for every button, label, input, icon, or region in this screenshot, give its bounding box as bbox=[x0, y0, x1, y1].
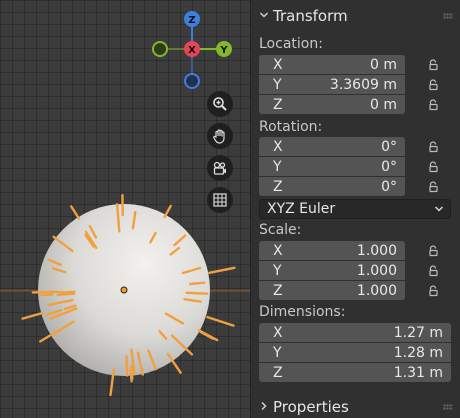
axis-label: X bbox=[273, 242, 283, 259]
location-x-field[interactable]: X 0 m bbox=[259, 55, 405, 74]
axis-label: Z bbox=[273, 96, 283, 113]
normal-line bbox=[58, 290, 76, 294]
lock-icon[interactable] bbox=[426, 160, 440, 174]
lock-icon[interactable] bbox=[426, 140, 440, 154]
camera-icon bbox=[213, 161, 226, 175]
field-value: 0 m bbox=[370, 56, 397, 73]
pan-button[interactable] bbox=[207, 123, 233, 149]
z-axis-label: Z bbox=[188, 15, 195, 26]
properties-panel-header[interactable]: Properties bbox=[251, 392, 460, 418]
scale-y-field[interactable]: Y 1.000 bbox=[259, 261, 405, 280]
x-axis-label: X bbox=[188, 45, 196, 56]
rotation-z-field[interactable]: Z 0° bbox=[259, 177, 405, 196]
axis-label: Y bbox=[273, 344, 282, 361]
lock-icon[interactable] bbox=[426, 98, 440, 112]
normal-line bbox=[185, 291, 209, 295]
normal-line bbox=[163, 204, 172, 219]
normal-line bbox=[39, 293, 54, 297]
axis-label: Y bbox=[273, 262, 282, 279]
hand-pan-icon bbox=[213, 129, 225, 144]
field-value: 0 m bbox=[370, 96, 397, 113]
normal-line bbox=[69, 205, 81, 220]
axis-label: Z bbox=[273, 364, 283, 381]
normal-line bbox=[188, 281, 206, 286]
navigation-gizmo[interactable]: Z Y X bbox=[150, 8, 236, 94]
axis-label: X bbox=[273, 56, 283, 73]
normal-line bbox=[206, 315, 235, 327]
axis-label: Z bbox=[273, 282, 283, 299]
rotation-mode-dropdown[interactable]: XYZ Euler bbox=[259, 199, 451, 219]
field-value: 0° bbox=[381, 178, 397, 195]
normal-line bbox=[21, 311, 44, 320]
rotation-x-field[interactable]: X 0° bbox=[259, 137, 405, 156]
normal-line bbox=[125, 355, 129, 377]
field-value: 0° bbox=[381, 158, 397, 175]
axis-label: X bbox=[273, 324, 283, 341]
dimensions-z-field[interactable]: Z 1.31 m bbox=[259, 363, 451, 382]
field-value: 1.000 bbox=[356, 242, 397, 259]
scale-x-field[interactable]: X 1.000 bbox=[259, 241, 405, 260]
dimensions-x-field[interactable]: X 1.27 m bbox=[259, 323, 451, 342]
axis-label: Z bbox=[273, 178, 283, 195]
field-value: 1.000 bbox=[356, 262, 397, 279]
axis-label: Y bbox=[273, 76, 282, 93]
rotation-mode-value: XYZ Euler bbox=[267, 201, 336, 217]
field-value: 0° bbox=[381, 138, 397, 155]
lock-icon[interactable] bbox=[426, 284, 440, 298]
transform-panel-header[interactable]: Transform bbox=[251, 1, 460, 31]
location-z-field[interactable]: Z 0 m bbox=[259, 95, 405, 114]
drag-grip-icon[interactable] bbox=[443, 13, 453, 19]
lock-icon[interactable] bbox=[426, 264, 440, 278]
lock-icon[interactable] bbox=[426, 78, 440, 92]
location-label: Location: bbox=[259, 36, 323, 52]
y-axis-label: Y bbox=[219, 45, 228, 56]
dimensions-y-field[interactable]: Y 1.28 m bbox=[259, 343, 451, 362]
transform-header-label: Transform bbox=[273, 7, 348, 25]
lock-icon[interactable] bbox=[426, 244, 440, 258]
axis-label: Y bbox=[273, 158, 282, 175]
chevron-right-icon bbox=[259, 400, 273, 414]
rotation-y-field[interactable]: Y 0° bbox=[259, 157, 405, 176]
location-y-field[interactable]: Y 3.3609 m bbox=[259, 75, 405, 94]
chevron-down-icon bbox=[259, 9, 273, 23]
zoom-button[interactable] bbox=[207, 91, 233, 117]
axis-label: X bbox=[273, 138, 283, 155]
rotation-label: Rotation: bbox=[259, 119, 323, 135]
neg-y-axis-handle bbox=[152, 41, 168, 57]
field-value: 1.31 m bbox=[393, 364, 443, 381]
drag-grip-icon[interactable] bbox=[443, 404, 453, 410]
3d-viewport[interactable]: Z Y X bbox=[0, 0, 250, 418]
scale-label: Scale: bbox=[259, 222, 302, 238]
normal-line bbox=[31, 290, 60, 294]
lock-icon[interactable] bbox=[426, 180, 440, 194]
camera-view-button[interactable] bbox=[207, 155, 233, 181]
grid-icon bbox=[213, 193, 227, 207]
field-value: 1.000 bbox=[356, 282, 397, 299]
scale-z-field[interactable]: Z 1.000 bbox=[259, 281, 405, 300]
normal-line bbox=[129, 367, 133, 383]
dimensions-label: Dimensions: bbox=[259, 304, 346, 320]
object-origin bbox=[120, 286, 128, 294]
normal-line bbox=[199, 330, 215, 340]
orthographic-toggle-button[interactable] bbox=[207, 187, 233, 213]
field-value: 3.3609 m bbox=[329, 76, 397, 93]
field-value: 1.27 m bbox=[393, 324, 443, 341]
lock-icon[interactable] bbox=[426, 58, 440, 72]
properties-header-label: Properties bbox=[273, 398, 349, 416]
normal-line bbox=[56, 292, 76, 297]
zoom-icon bbox=[213, 97, 227, 111]
neg-z-axis-handle bbox=[184, 73, 200, 89]
field-value: 1.28 m bbox=[393, 344, 443, 361]
chevron-down-icon bbox=[434, 201, 444, 217]
normal-line bbox=[208, 266, 236, 274]
